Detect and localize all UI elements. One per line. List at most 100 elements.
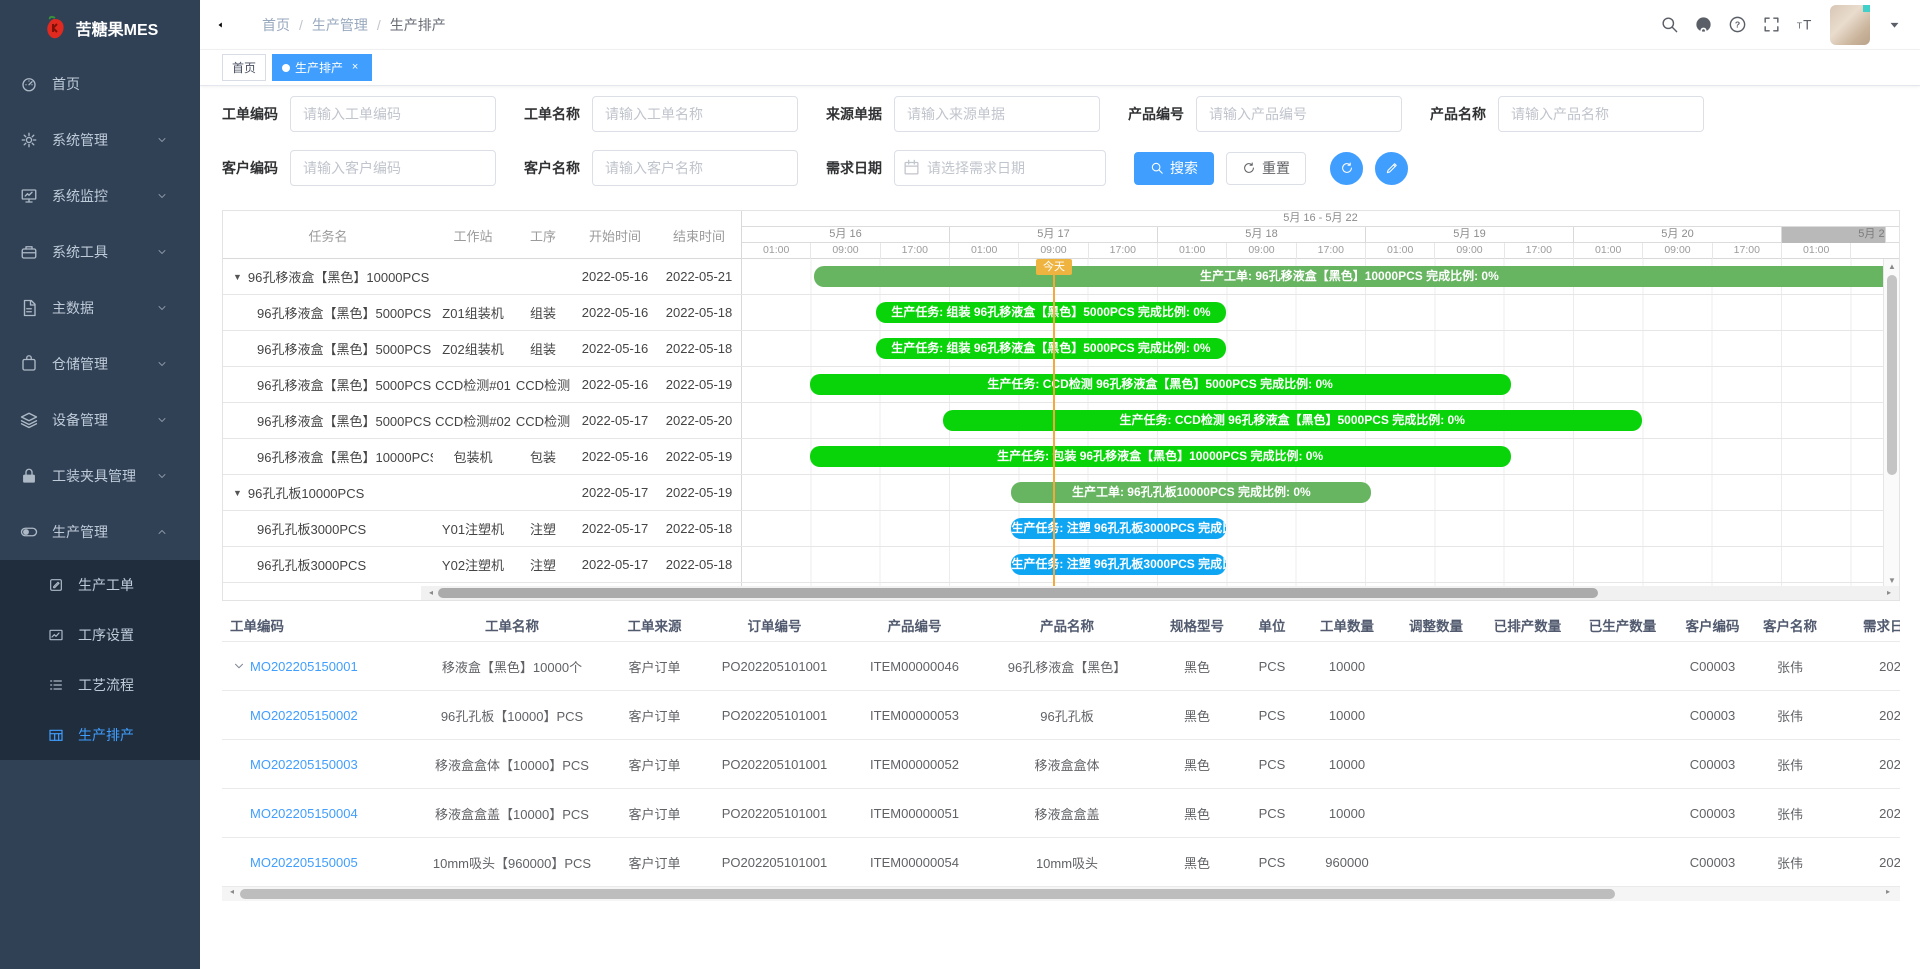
tab-label: 生产排产	[295, 59, 343, 76]
gantt-bar[interactable]: 生产任务: 包装 96孔移液盒【黑色】10000PCS 完成比例: 0%	[810, 446, 1511, 467]
filter-row-1: 工单编码 工单名称 来源单据 产品编号 产品名称	[222, 96, 1920, 132]
table-cell: 202	[1825, 806, 1900, 821]
table-cell: 10000	[1302, 757, 1392, 772]
caret-down-icon[interactable]	[1885, 15, 1904, 34]
tab-1[interactable]: 生产排产 ×	[272, 54, 372, 81]
textsize-icon[interactable]: TT	[1796, 15, 1815, 34]
table-cell: 移液盒盒体【10000】PCS	[417, 755, 607, 774]
github-icon[interactable]	[1694, 15, 1713, 34]
sidebar-item-label: 设备管理	[52, 410, 108, 430]
sidebar-fold-icon[interactable]	[216, 15, 236, 35]
scroll-right-icon[interactable]: ▸	[1881, 588, 1897, 597]
sidebar-item-6[interactable]: 设备管理	[0, 392, 200, 448]
help-icon[interactable]: ?	[1728, 15, 1747, 34]
table-col-11: 已生产数量	[1575, 615, 1670, 635]
gantt-cell: 2022-05-18	[657, 295, 741, 330]
gantt-hour-tick: 09:00	[1435, 243, 1504, 259]
sidebar-item-1[interactable]: 系统管理	[0, 112, 200, 168]
workorder-link[interactable]: MO202205150004	[250, 806, 358, 821]
gantt-hours-band: 01:0009:0017:0001:0009:0017:0001:0009:00…	[742, 243, 1899, 259]
table-cell: PCS	[1242, 806, 1302, 821]
gantt-bar[interactable]: 生产任务: CCD检测 96孔移液盒【黑色】5000PCS 完成比例: 0%	[943, 410, 1642, 431]
sidebar-subitem-label: 生产工单	[78, 575, 134, 595]
table-cell: 10000	[1302, 708, 1392, 723]
scroll-right-icon[interactable]: ▸	[1880, 887, 1896, 896]
scroll-left-icon[interactable]: ◂	[423, 588, 439, 597]
edit-icon	[48, 577, 64, 593]
gantt-hour-tick: 09:00	[1643, 243, 1712, 259]
reset-button[interactable]: 重置	[1226, 152, 1306, 185]
scroll-up-icon[interactable]: ▲	[1884, 262, 1900, 271]
table-row-4: MO20220515000510mm吸头【960000】PCS客户订单PO202…	[222, 838, 1900, 887]
gantt-bar[interactable]: 生产任务: CCD检测 96孔移液盒【黑色】5000PCS 完成比例: 0%	[810, 374, 1511, 395]
gantt-bar[interactable]: 生产任务: 组装 96孔移液盒【黑色】5000PCS 完成比例: 0%	[876, 338, 1225, 359]
table-cell: C00003	[1670, 806, 1755, 821]
grid-icon	[48, 727, 64, 743]
工单编码-input[interactable]	[290, 96, 496, 132]
table-cell: 960000	[1302, 855, 1392, 870]
gantt-bar[interactable]: 生产任务: 注塑 96孔孔板3000PCS 完成比例: 0%	[1011, 554, 1225, 575]
search-icon[interactable]	[1660, 15, 1679, 34]
table-cell: 黑色	[1152, 657, 1242, 676]
scroll-down-icon[interactable]: ▼	[1884, 576, 1900, 585]
产品名称-input[interactable]	[1498, 96, 1704, 132]
workorder-link[interactable]: MO202205150005	[250, 855, 358, 870]
table-cell: ITEM00000046	[847, 659, 982, 674]
workorder-link[interactable]: MO202205150003	[250, 757, 358, 772]
gantt-horizontal-scrollbar[interactable]: ◂ ▸	[421, 586, 1899, 600]
客户名称-input[interactable]	[592, 150, 798, 186]
filter-panel: 工单编码 工单名称 来源单据 产品编号 产品名称 客户编码 客户名称 需求日期 …	[200, 96, 1920, 206]
refresh-icon	[1242, 161, 1256, 175]
collapse-triangle-icon[interactable]: ▼	[233, 488, 242, 498]
app-logo[interactable]: 苦糖果MES	[0, 0, 200, 56]
row-expand-icon[interactable]	[232, 659, 246, 673]
sidebar-item-3[interactable]: 系统工具	[0, 224, 200, 280]
breadcrumb-separator: /	[377, 17, 381, 33]
sidebar-item-0[interactable]: 首页	[0, 56, 200, 112]
breadcrumb-item-0[interactable]: 首页	[262, 15, 290, 35]
edit-schedule-button[interactable]	[1375, 152, 1408, 185]
客户编码-input[interactable]	[290, 150, 496, 186]
breadcrumb-item-1[interactable]: 生产管理	[312, 15, 368, 35]
gantt-timeline-header: 5月 16 - 5月 22 5月 165月 175月 185月 195月 205…	[741, 211, 1899, 259]
collapse-triangle-icon[interactable]: ▼	[233, 272, 242, 282]
sidebar-item-7[interactable]: 工装夹具管理	[0, 448, 200, 504]
sidebar-subitem-label: 生产排产	[78, 725, 134, 745]
gantt-bar[interactable]: 生产任务: 组装 96孔移液盒【黑色】5000PCS 完成比例: 0%	[876, 302, 1225, 323]
table-cell: PO202205101001	[702, 757, 847, 772]
sidebar-item-5[interactable]: 仓储管理	[0, 336, 200, 392]
工单名称-input[interactable]	[592, 96, 798, 132]
refresh-button[interactable]	[1330, 152, 1363, 185]
workorder-link[interactable]: MO202205150002	[250, 708, 358, 723]
table-cell: PO202205101001	[702, 708, 847, 723]
sidebar-subitem-0[interactable]: 生产工单	[0, 560, 200, 610]
gantt-bar[interactable]: 生产工单: 96孔孔板10000PCS 完成比例: 0%	[1011, 482, 1371, 503]
sidebar-item-4[interactable]: 主数据	[0, 280, 200, 336]
close-icon[interactable]: ×	[348, 61, 362, 75]
table-horizontal-scrollbar[interactable]: ◂ ▸	[222, 887, 1900, 901]
sidebar-subitem-1[interactable]: 工序设置	[0, 610, 200, 660]
gantt-cell	[433, 475, 513, 510]
来源单据-input[interactable]	[894, 96, 1100, 132]
gantt-vertical-scrollbar[interactable]: ▲ ▼	[1883, 259, 1899, 588]
sidebar-item-8[interactable]: 生产管理	[0, 504, 200, 560]
fullscreen-icon[interactable]	[1762, 15, 1781, 34]
需求日期-input[interactable]	[894, 150, 1106, 186]
gantt-bar[interactable]: 生产任务: 注塑 96孔孔板3000PCS 完成比例: 0%	[1011, 518, 1225, 539]
workorder-link[interactable]: MO202205150001	[250, 659, 358, 674]
gantt-cell	[433, 259, 513, 294]
tab-0[interactable]: 首页	[222, 54, 266, 81]
gantt-panel: 任务名工作站工序开始时间结束时间 5月 16 - 5月 22 5月 165月 1…	[222, 210, 1900, 601]
search-button[interactable]: 搜索	[1134, 152, 1214, 185]
breadcrumb-item-2[interactable]: 生产排产	[390, 15, 446, 35]
table-cell: 客户订单	[607, 706, 702, 725]
sidebar-item-2[interactable]: 系统监控	[0, 168, 200, 224]
sidebar-subitem-3[interactable]: 生产排产	[0, 710, 200, 760]
sidebar-item-label: 系统监控	[52, 186, 108, 206]
scroll-left-icon[interactable]: ◂	[224, 887, 240, 896]
gantt-bar[interactable]: 生产工单: 96孔移液盒【黑色】10000PCS 完成比例: 0%	[814, 266, 1885, 287]
产品编号-input[interactable]	[1196, 96, 1402, 132]
filter-label: 需求日期	[826, 158, 886, 178]
user-avatar[interactable]	[1830, 5, 1870, 45]
sidebar-subitem-2[interactable]: 工艺流程	[0, 660, 200, 710]
